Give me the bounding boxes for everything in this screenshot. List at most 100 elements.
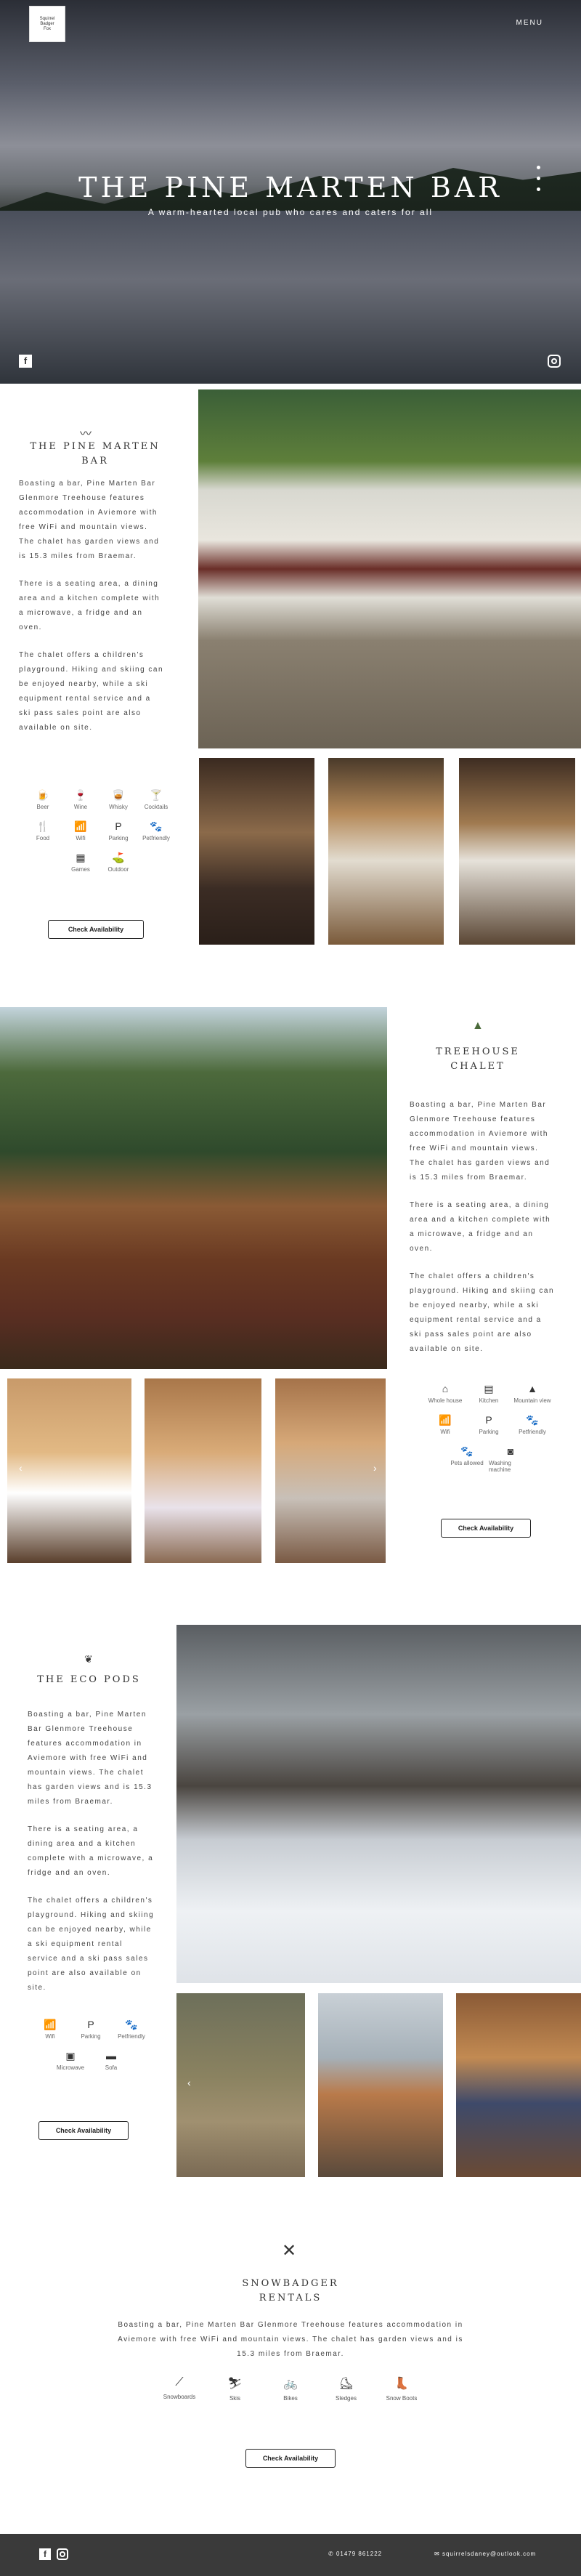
amenity-label: Mountain view	[513, 1397, 551, 1404]
amenity-wine: 🍷 Wine	[62, 789, 99, 810]
pub-mascot-photo	[328, 758, 444, 945]
instagram-icon[interactable]	[57, 2548, 68, 2560]
menu-button[interactable]: MENU	[516, 19, 543, 27]
rental-label: Skis	[229, 2395, 241, 2402]
chevron-left-icon[interactable]: ‹	[187, 2077, 191, 2088]
snowbadger-title-line-2: RENTALS	[259, 2293, 322, 2304]
amenity-label: Microwave	[56, 2064, 85, 2071]
mountain-icon: ▲	[527, 1383, 537, 1394]
washing-machine-icon: ◙	[507, 1445, 514, 1457]
amenity-kitchen: ▤ Kitchen	[467, 1383, 511, 1404]
skis-icon: ⛷	[227, 2378, 243, 2390]
treehouse-title-line-1: TREEHOUSE	[436, 1046, 520, 1057]
eco-pods-check-availability-button[interactable]: Check Availability	[38, 2121, 129, 2140]
treehouse-amenities: ⌂ Whole house ▤ Kitchen ▲ Mountain view 📶 Wifi P…	[423, 1383, 554, 1483]
eco-pods-amenities: 📶 Wifi P Parking 🐾 Petfriendly ▣ Microwave ▬ Sofa	[29, 2019, 153, 2081]
tree-icon: ▲	[472, 1020, 484, 1032]
footer: f ✆ 01479 861222 ✉ squirrelsdaney@outloo…	[0, 2534, 581, 2576]
amenity-parking: P Parking	[99, 820, 137, 841]
amenity-microwave: ▣ Microwave	[50, 2050, 91, 2071]
outdoor-icon: ⛳	[112, 852, 125, 863]
snowbadger-title: SNOWBADGER RENTALS	[218, 2277, 363, 2306]
pine-marten-para-2: There is a seating area, a dining area a…	[19, 580, 161, 631]
chevron-right-icon[interactable]: ›	[373, 1462, 377, 1474]
chalet-kitchen-photo	[7, 1378, 131, 1563]
treehouse-description: Boasting a bar, Pine Marten Bar Glenmore…	[410, 1098, 555, 1357]
amenity-label: Cocktails	[144, 804, 168, 810]
chalet-lounge-photo	[275, 1378, 386, 1563]
snowbadger-check-availability-button[interactable]: Check Availability	[245, 2449, 336, 2468]
microwave-icon: ▣	[65, 2050, 76, 2062]
footer-phone[interactable]: ✆ 01479 861222	[328, 2551, 382, 2557]
slide-dot[interactable]	[537, 187, 540, 191]
bike-icon: 🚲	[283, 2378, 298, 2390]
eco-pods-snow-photo	[176, 1625, 581, 1983]
wine-icon: 🍷	[74, 789, 87, 801]
rental-bikes: 🚲 Bikes	[264, 2376, 317, 2402]
amenity-label: Wine	[73, 804, 88, 810]
amenity-label: Petfriendly	[118, 2033, 145, 2040]
slide-dot[interactable]	[537, 177, 540, 180]
sofa-icon: ▬	[106, 2050, 116, 2062]
rental-label: Sledges	[336, 2395, 357, 2402]
pub-staff-photo	[199, 758, 314, 945]
slide-dot[interactable]	[537, 166, 540, 169]
footer-email[interactable]: ✉ squirrelsdaney@outlook.com	[434, 2551, 536, 2557]
amenity-label: Parking	[108, 835, 129, 841]
hero-title: THE PINE MARTEN BAR	[78, 171, 503, 203]
treehouse-para-3: The chalet offers a children's playgroun…	[410, 1272, 555, 1353]
amenity-label: Parking	[479, 1429, 499, 1435]
email-address: squirrelsdaney@outlook.com	[442, 2551, 537, 2557]
amenity-wifi: 📶 Wifi	[423, 1414, 467, 1435]
amenity-wifi: 📶 Wifi	[62, 820, 99, 841]
pine-marten-check-availability-button[interactable]: Check Availability	[48, 920, 144, 939]
amenity-sofa: ▬ Sofa	[91, 2050, 131, 2071]
pine-marten-icon: 〰	[80, 428, 92, 440]
snowbadger-rental-items: ⟋ Snowboards ⛷ Skis 🚲 Bikes ⛸ Sledges 👢 Snow Boot…	[153, 2376, 428, 2402]
amenity-whole-house: ⌂ Whole house	[423, 1383, 467, 1404]
amenity-washing-machine: ◙ Washing machine	[489, 1445, 532, 1473]
instagram-icon[interactable]	[548, 355, 561, 368]
mail-icon: ✉	[434, 2551, 442, 2557]
eco-pods-para-1: Boasting a bar, Pine Marten Bar Glenmore…	[28, 1711, 153, 1806]
amenity-parking: P Parking	[70, 2019, 111, 2040]
amenity-cocktails: 🍸 Cocktails	[137, 789, 175, 810]
wifi-icon: 📶	[44, 2019, 57, 2030]
chevron-left-icon[interactable]: ‹	[19, 1462, 23, 1474]
amenity-petfriendly: 🐾 Petfriendly	[111, 2019, 152, 2040]
rental-skis: ⛷ Skis	[208, 2376, 262, 2402]
eco-pods-para-2: There is a seating area, a dining area a…	[28, 1825, 154, 1877]
amenity-label: Pets allowed	[450, 1460, 484, 1466]
leaf-icon: ❦	[84, 1653, 93, 1665]
pine-marten-title: THE PINE MARTEN BAR	[30, 441, 161, 467]
pine-marten-description: Boasting a bar, Pine Marten Bar Glenmore…	[19, 477, 164, 735]
amenity-food: 🍴 Food	[24, 820, 62, 841]
treehouse-photo	[0, 1007, 387, 1369]
treehouse-check-availability-button[interactable]: Check Availability	[441, 1519, 531, 1538]
facebook-icon[interactable]: f	[19, 355, 32, 368]
amenity-wifi: 📶 Wifi	[30, 2019, 70, 2040]
hero-subtitle: A warm-hearted local pub who cares and c…	[147, 207, 434, 217]
site-logo[interactable]: Squirrel Badger Fox	[29, 6, 65, 42]
logo-line-2: Badger	[40, 21, 54, 26]
phone-number: 01479 861222	[336, 2551, 383, 2557]
pub-dog-photo	[459, 758, 575, 945]
amenity-label: Outdoor	[107, 866, 129, 873]
amenity-label: Parking	[81, 2033, 101, 2040]
logo-line-1: Squirrel	[39, 16, 55, 21]
crossed-skis-icon: ✕	[282, 2241, 297, 2261]
amenity-pets-allowed: 🐾 Pets allowed	[445, 1445, 489, 1473]
snowbadger-description: Boasting a bar, Pine Marten Bar Glenmore…	[118, 2321, 463, 2358]
treehouse-para-1: Boasting a bar, Pine Marten Bar Glenmore…	[410, 1101, 550, 1182]
rental-snowboards: ⟋ Snowboards	[153, 2376, 206, 2402]
amenity-label: Games	[71, 866, 90, 873]
amenity-mountain-view: ▲ Mountain view	[511, 1383, 554, 1404]
cocktail-icon: 🍸	[150, 789, 163, 801]
facebook-icon[interactable]: f	[39, 2548, 51, 2560]
amenity-petfriendly: 🐾 Petfriendly	[511, 1414, 554, 1435]
eco-pod-snow-photo	[318, 1993, 443, 2177]
food-icon: 🍴	[36, 820, 49, 832]
amenity-label: Petfriendly	[519, 1429, 546, 1435]
eco-pods-description: Boasting a bar, Pine Marten Bar Glenmore…	[28, 1708, 155, 1995]
treehouse-title: TREEHOUSE CHALET	[413, 1045, 543, 1074]
